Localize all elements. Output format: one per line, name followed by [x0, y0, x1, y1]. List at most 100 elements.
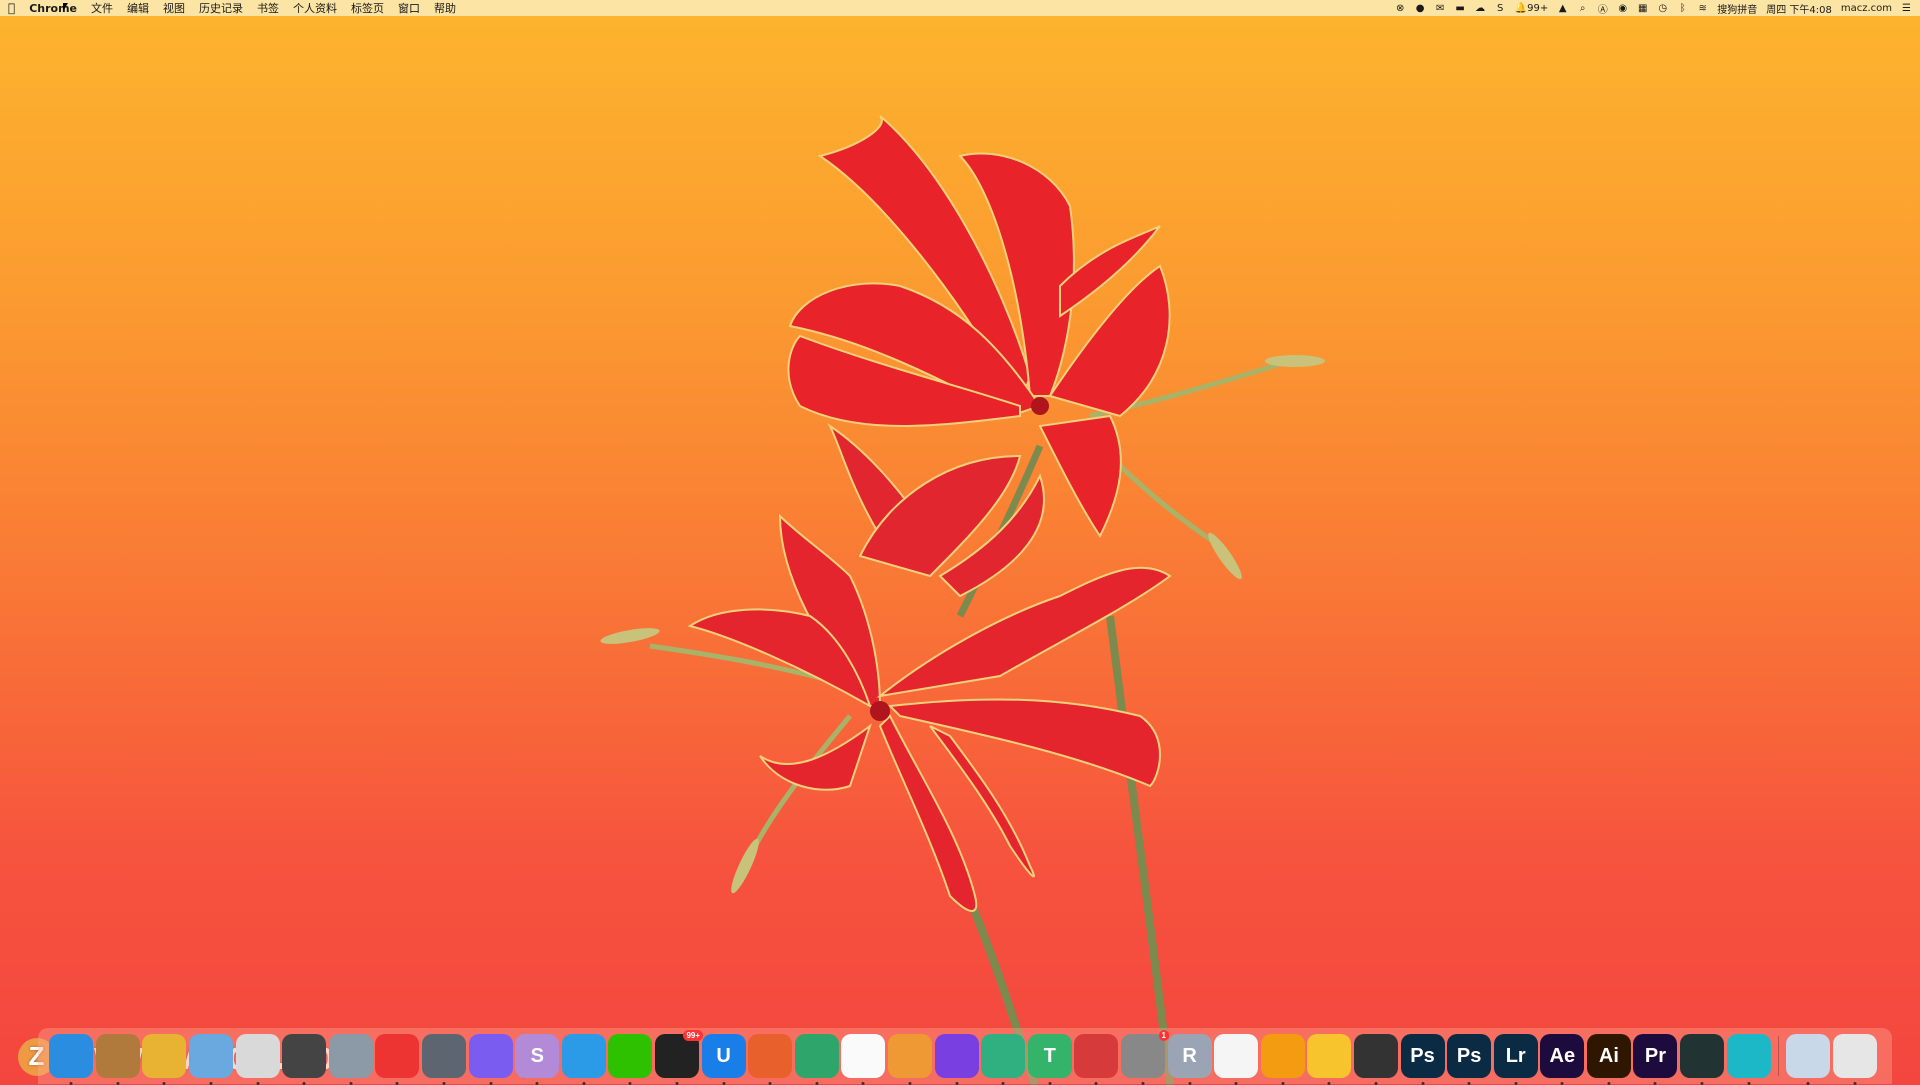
trash-icon[interactable]	[1832, 1034, 1877, 1085]
wifi-icon[interactable]: ≋	[1697, 3, 1708, 14]
a-circle-icon[interactable]: Ⓐ	[1597, 3, 1608, 16]
dock-item-label: Ps	[1410, 1044, 1435, 1067]
petal	[1038, 414, 1122, 538]
desktop-wallpaper	[600, 115, 1325, 1085]
stamen	[1108, 454, 1222, 549]
quicktime-icon[interactable]	[1680, 1034, 1725, 1085]
archiver-icon[interactable]	[95, 1034, 140, 1085]
input-method[interactable]: 搜狗拼音	[1717, 1, 1757, 16]
flower-center	[1031, 397, 1049, 415]
wechat-status-icon[interactable]: ✉	[1435, 3, 1446, 14]
cat-icon[interactable]: ●	[1415, 3, 1426, 14]
scrivener-icon[interactable]: S	[515, 1034, 560, 1085]
firefox-icon[interactable]	[748, 1034, 793, 1085]
mic-status-icon[interactable]: ◉	[1617, 3, 1628, 14]
after-effects-icon[interactable]: Ae	[1540, 1034, 1585, 1085]
utools-icon[interactable]: U	[701, 1034, 746, 1085]
photos-icon[interactable]	[1214, 1034, 1259, 1085]
mouse-cursor-icon	[63, 3, 68, 11]
dock-item-label: Lr	[1505, 1044, 1526, 1067]
preview-document-icon[interactable]	[1786, 1034, 1831, 1085]
flower-center	[870, 701, 890, 721]
dock-separator	[1777, 1036, 1779, 1076]
edge-canary-icon[interactable]	[794, 1034, 839, 1085]
finder-icon[interactable]	[49, 1034, 94, 1085]
menu-window[interactable]: 窗口	[398, 0, 420, 16]
photoshop-icon-2[interactable]: Ps	[1447, 1034, 1492, 1085]
filmstrip-icon[interactable]	[282, 1034, 327, 1085]
dock-item-label: Ae	[1549, 1044, 1576, 1067]
system-preferences-icon[interactable]: 1	[1120, 1030, 1169, 1085]
final-cut-icon[interactable]	[1353, 1034, 1398, 1085]
chat-bubble-icon[interactable]	[561, 1034, 606, 1085]
wechat-icon[interactable]	[608, 1034, 653, 1085]
app-menu-chrome[interactable]: Chrome	[29, 2, 77, 15]
notification-badge: 1	[1158, 1030, 1169, 1041]
dock-item-label: Ai	[1598, 1044, 1619, 1067]
joystick-icon[interactable]	[375, 1034, 420, 1085]
menu-bookmarks[interactable]: 书签	[257, 0, 279, 16]
menu-help[interactable]: 帮助	[434, 0, 456, 16]
menu-tabs[interactable]: 标签页	[351, 0, 384, 16]
qq-icon[interactable]: 99+	[655, 1030, 704, 1085]
image-viewer-icon[interactable]	[981, 1034, 1026, 1085]
dock-item-label: S	[530, 1044, 544, 1067]
petal	[876, 566, 1172, 698]
menu-history[interactable]: 历史记录	[199, 0, 243, 16]
pineapple-icon[interactable]	[142, 1034, 187, 1085]
preview-icon[interactable]	[235, 1034, 280, 1085]
grid-icon[interactable]: ▦	[1637, 3, 1648, 14]
premiere-icon[interactable]: Pr	[1633, 1034, 1678, 1085]
notification-badge: 99+	[683, 1030, 704, 1041]
petal	[759, 723, 872, 791]
sketch-icon[interactable]	[1307, 1034, 1352, 1085]
dock-item-label: R	[1182, 1044, 1197, 1067]
apple-icon[interactable]: 	[8, 1, 15, 15]
downie-icon[interactable]	[468, 1034, 513, 1085]
bluetooth-icon[interactable]: ᛒ	[1677, 3, 1688, 14]
menu-edit[interactable]: 编辑	[127, 0, 149, 16]
privacy-eye-icon[interactable]	[1726, 1034, 1771, 1085]
menu-file[interactable]: 文件	[91, 0, 113, 16]
lightroom-icon[interactable]: Lr	[1493, 1034, 1538, 1085]
petal	[878, 714, 978, 912]
chrome-icon[interactable]	[841, 1034, 886, 1085]
menu-profiles[interactable]: 个人资料	[293, 0, 337, 16]
pdf-icon[interactable]	[1260, 1034, 1305, 1085]
anther	[1208, 532, 1242, 580]
dock: S 99+ U T 1 R Ps Ps Lr Ae Ai Pr	[38, 1028, 1892, 1085]
dock-item-label: Pr	[1644, 1044, 1667, 1067]
menu-bar:  Chrome 文件 编辑 视图 历史记录 书签 个人资料 标签页 窗口 帮助…	[0, 0, 1920, 16]
close-circle-icon[interactable]: ⊗	[1395, 3, 1406, 14]
typora-icon[interactable]: T	[1027, 1034, 1072, 1085]
microphone-icon[interactable]	[934, 1034, 979, 1085]
menu-bar-left:  Chrome 文件 编辑 视图 历史记录 书签 个人资料 标签页 窗口 帮助	[8, 0, 456, 16]
search-icon[interactable]: ⌕	[1577, 3, 1588, 14]
magnet-icon[interactable]	[1074, 1034, 1119, 1085]
photoshop-icon[interactable]: Ps	[1400, 1034, 1445, 1085]
time-machine-icon[interactable]: ◷	[1657, 3, 1668, 14]
flower-stem	[1106, 615, 1174, 1085]
automator-icon[interactable]	[422, 1034, 467, 1085]
dock-item-label: T	[1043, 1044, 1056, 1067]
notification-count[interactable]: 🔔99+	[1515, 3, 1549, 14]
illustrator-icon[interactable]: Ai	[1586, 1034, 1631, 1085]
anther	[1265, 355, 1325, 367]
disk-utility-icon[interactable]	[328, 1034, 373, 1085]
dock-item-label: U	[716, 1044, 731, 1067]
scrivener-status-icon[interactable]: S	[1495, 3, 1506, 14]
list-icon[interactable]: ☰	[1901, 3, 1912, 14]
site-label: macz.com	[1840, 2, 1892, 14]
menu-bar-status: ⊗ ● ✉ ▬ ☁ S 🔔99+ ▲ ⌕ Ⓐ ◉ ▦ ◷ ᛒ ≋ 搜狗拼音 周四…	[1395, 1, 1912, 16]
color-wheel-icon[interactable]	[887, 1034, 932, 1085]
dock-item-label: Ps	[1456, 1044, 1482, 1067]
menu-view[interactable]: 视图	[163, 0, 185, 16]
anther	[731, 838, 759, 894]
datetime[interactable]: 周四 下午4:08	[1766, 1, 1832, 16]
folder-icon[interactable]	[189, 1034, 234, 1085]
display-icon[interactable]: ▬	[1455, 3, 1466, 14]
petal	[887, 698, 1161, 788]
cloud-icon[interactable]: ☁	[1475, 3, 1486, 14]
hat-icon[interactable]: ▲	[1557, 3, 1568, 14]
r-icon[interactable]: R	[1167, 1034, 1212, 1085]
